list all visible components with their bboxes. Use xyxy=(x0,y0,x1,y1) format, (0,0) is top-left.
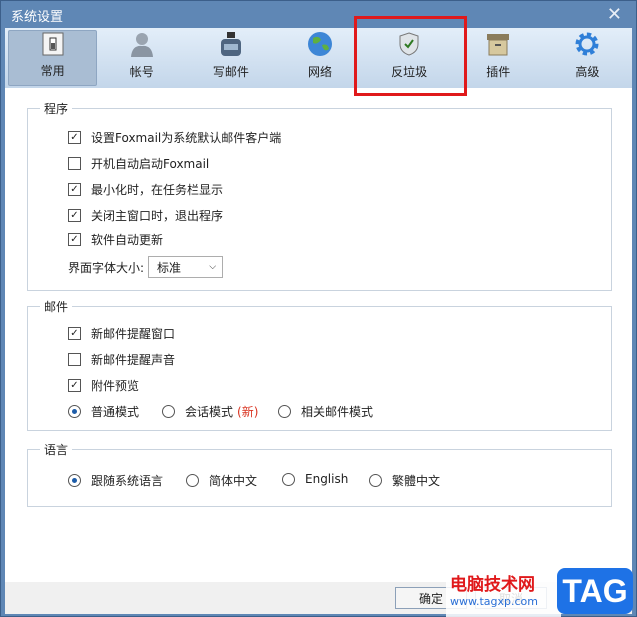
close-icon[interactable]: ✕ xyxy=(607,4,622,25)
checkbox-default-client[interactable]: ✓ 设置Foxmail为系统默认邮件客户端 xyxy=(68,129,281,146)
checkbox[interactable]: ✓ xyxy=(68,327,81,340)
radio-simplified-chinese[interactable]: 简体中文 xyxy=(186,472,257,489)
highlight-box xyxy=(354,16,467,96)
tab-compose[interactable]: 写邮件 xyxy=(186,30,275,86)
settings-content: 程序 ✓ 设置Foxmail为系统默认邮件客户端 开机自动启动Foxmail ✓ 最… xyxy=(5,88,632,582)
mail-group: 邮件 ✓ 新邮件提醒窗口 新邮件提醒声音 ✓ 附件预览 普通模式 会话模式 (新) 相… xyxy=(27,298,612,431)
radio[interactable] xyxy=(282,472,295,486)
window-title: 系统设置 xyxy=(11,10,64,25)
title-bar: 系统设置 ✕ xyxy=(1,1,636,28)
language-group: 语言 跟随系统语言 简体中文 English 繁體中文 xyxy=(27,441,612,507)
radio-follow-system[interactable]: 跟随系统语言 xyxy=(68,472,163,489)
radio-conversation-mode[interactable]: 会话模式 (新) xyxy=(162,403,258,420)
checkbox-auto-update[interactable]: ✓ 软件自动更新 xyxy=(68,231,163,248)
footer: 确定 取消 xyxy=(5,582,632,614)
checkbox[interactable]: ✓ xyxy=(68,379,81,392)
font-size-row: 界面字体大小: 标准 ⌵ xyxy=(68,256,224,278)
group-title: 程序 xyxy=(40,100,73,117)
radio[interactable] xyxy=(162,405,175,418)
radio[interactable] xyxy=(68,474,81,487)
cancel-button[interactable]: 取消 xyxy=(475,587,547,609)
settings-tabs: 常用 帐号 写邮件 网络 反垃圾 插件 高级 xyxy=(5,28,632,88)
radio-english[interactable]: English xyxy=(282,472,348,486)
ok-button[interactable]: 确定 xyxy=(395,587,467,609)
radio[interactable] xyxy=(278,405,291,418)
checkbox[interactable] xyxy=(68,157,81,170)
tab-account[interactable]: 帐号 xyxy=(97,30,186,86)
radio-related-mode[interactable]: 相关邮件模式 xyxy=(278,403,373,420)
new-badge: (新) xyxy=(237,405,259,419)
checkbox[interactable]: ✓ xyxy=(68,131,81,144)
font-size-select[interactable]: 标准 ⌵ xyxy=(148,256,224,278)
checkbox-attachment-preview[interactable]: ✓ 附件预览 xyxy=(68,377,139,394)
gear-icon xyxy=(574,31,600,57)
group-title: 邮件 xyxy=(40,298,73,315)
tab-plugins[interactable]: 插件 xyxy=(454,30,543,86)
box-icon xyxy=(485,31,511,57)
checkbox-autostart[interactable]: 开机自动启动Foxmail xyxy=(68,155,209,172)
switch-icon xyxy=(40,31,66,56)
radio[interactable] xyxy=(68,405,81,418)
checkbox[interactable]: ✓ xyxy=(68,209,81,222)
checkbox-close-exit[interactable]: ✓ 关闭主窗口时，退出程序 xyxy=(68,207,223,224)
tab-general[interactable]: 常用 xyxy=(8,30,98,86)
user-icon xyxy=(129,31,155,57)
radio[interactable] xyxy=(186,474,199,487)
checkbox[interactable] xyxy=(68,353,81,366)
chevron-down-icon: ⌵ xyxy=(209,262,217,272)
tab-advanced[interactable]: 高级 xyxy=(543,30,632,86)
program-group: 程序 ✓ 设置Foxmail为系统默认邮件客户端 开机自动启动Foxmail ✓ 最… xyxy=(27,100,612,291)
ink-icon xyxy=(218,31,244,57)
checkbox-minimize-taskbar[interactable]: ✓ 最小化时，在任务栏显示 xyxy=(68,181,223,198)
radio-traditional-chinese[interactable]: 繁體中文 xyxy=(369,472,440,489)
checkbox-new-mail-sound[interactable]: 新邮件提醒声音 xyxy=(68,351,175,368)
radio-normal-mode[interactable]: 普通模式 xyxy=(68,403,139,420)
tab-network[interactable]: 网络 xyxy=(275,30,364,86)
checkbox[interactable]: ✓ xyxy=(68,183,81,196)
radio[interactable] xyxy=(369,474,382,487)
settings-window: 系统设置 ✕ 常用 帐号 写邮件 网络 反垃圾 插件 高级 程序 ✓ 设置Foxm… xyxy=(0,0,637,617)
checkbox[interactable]: ✓ xyxy=(68,233,81,246)
checkbox-new-mail-popup[interactable]: ✓ 新邮件提醒窗口 xyxy=(68,325,175,342)
globe-icon xyxy=(307,31,333,57)
group-title: 语言 xyxy=(40,441,73,458)
